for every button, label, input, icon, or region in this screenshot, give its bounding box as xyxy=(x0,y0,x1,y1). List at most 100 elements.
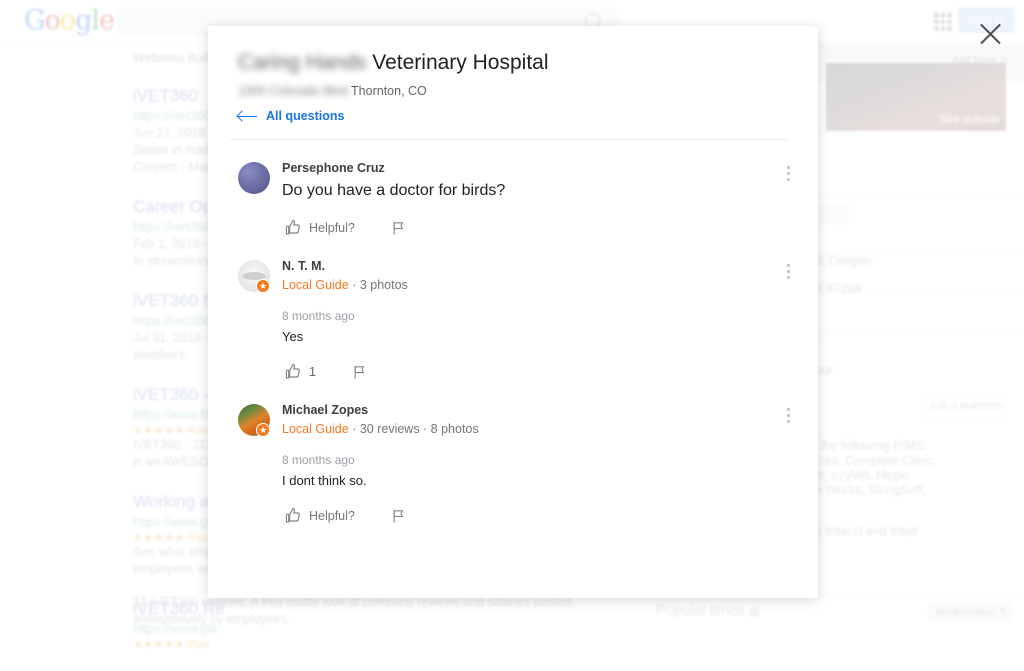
answer-text: I dont think so. xyxy=(282,473,367,488)
answer-timestamp: 8 months ago xyxy=(282,453,355,467)
flag-icon xyxy=(393,221,403,235)
helpful-button[interactable]: 1 xyxy=(283,361,318,382)
business-address: 1000 Colorado Blvd Thornton, CO xyxy=(238,82,788,100)
local-guide-label: Local Guide xyxy=(282,278,349,292)
apps-dot xyxy=(940,13,946,18)
more-vertical-icon[interactable] xyxy=(776,160,800,186)
answer-row: ★ Michael Zopes Local Guide · 30 reviews… xyxy=(238,402,788,526)
results-footer-snippet: 12 iVET360 reviews. A free inside look a… xyxy=(133,595,572,626)
apps-dot xyxy=(940,19,946,25)
modal-header: Caring Hands Veterinary Hospital 1000 Co… xyxy=(208,26,818,123)
answer-actions: 1 xyxy=(283,361,788,382)
answer-meta: Local Guide · 30 reviews · 8 photos xyxy=(282,420,788,438)
arrow-left-icon xyxy=(238,110,257,122)
apps-dot xyxy=(947,19,952,25)
ask-a-question-button[interactable]: Ask a question xyxy=(927,393,1005,419)
helpful-button[interactable]: Helpful? xyxy=(283,217,357,238)
thumbs-up-icon xyxy=(285,363,300,379)
answer-meta-rest: · 30 reviews · 8 photos xyxy=(348,422,479,436)
answer-meta-rest: · 3 photos xyxy=(348,278,408,292)
logo-letter: o xyxy=(44,5,61,36)
answer-item: ★ Michael Zopes Local Guide · 30 reviews… xyxy=(238,382,790,526)
apps-dot xyxy=(940,26,946,31)
local-guide-star-icon: ★ xyxy=(256,423,270,437)
business-name-redacted: Caring Hands xyxy=(238,51,367,74)
kebab-dot xyxy=(786,165,790,169)
answer-author[interactable]: Michael Zopes xyxy=(282,402,788,419)
report-button[interactable] xyxy=(389,506,408,526)
popular-times-label: Popular times xyxy=(656,603,745,619)
helpful-count: 1 xyxy=(309,364,316,379)
close-icon[interactable] xyxy=(975,18,1006,49)
thumbs-up-icon xyxy=(285,219,300,235)
answer-body: Michael Zopes Local Guide · 30 reviews ·… xyxy=(282,402,788,526)
result-rating: ★★★★★ Rati xyxy=(133,639,210,651)
helpful-label: Helpful? xyxy=(309,508,355,523)
helpful-button[interactable]: Helpful? xyxy=(283,505,357,526)
logo-letter: e xyxy=(99,5,115,36)
day-select-value: Wednesdays xyxy=(936,606,997,618)
see-outside-label: See outside xyxy=(939,114,1000,126)
apps-dot xyxy=(947,26,952,31)
question-body: Persephone Cruz Do you have a doctor for… xyxy=(282,160,788,238)
popular-times-bar: Popular times Wednesdays ⇅ xyxy=(620,594,1024,629)
answer-item: ★ N. T. M. Local Guide · 3 photos 8 mont… xyxy=(238,238,790,382)
thumbs-up-icon xyxy=(285,507,300,523)
kebab-dot xyxy=(786,171,790,175)
kebab-dot xyxy=(786,407,790,411)
avatar xyxy=(238,162,270,194)
answer-row: ★ N. T. M. Local Guide · 3 photos 8 mont… xyxy=(238,258,788,382)
day-select[interactable]: Wednesdays ⇅ xyxy=(928,602,1014,622)
logo-letter: G xyxy=(24,5,46,36)
kebab-dot xyxy=(786,419,790,423)
street-view-photo[interactable]: See outside xyxy=(826,63,1006,131)
more-vertical-icon[interactable] xyxy=(776,258,800,284)
helpful-label: Helpful? xyxy=(309,220,355,235)
local-guide-label: Local Guide xyxy=(282,422,349,436)
kebab-dot xyxy=(786,275,790,279)
info-icon[interactable] xyxy=(749,607,760,618)
city-state: Thornton, CO xyxy=(351,84,427,98)
kebab-dot xyxy=(786,177,790,181)
questions-and-answers-modal: Caring Hands Veterinary Hospital 1000 Co… xyxy=(208,26,818,598)
flag-icon xyxy=(393,509,403,523)
answer-timestamp: 8 months ago xyxy=(282,309,355,323)
page-title: Caring Hands Veterinary Hospital xyxy=(238,50,788,76)
question-text: Do you have a doctor for birds? xyxy=(282,182,506,199)
logo-letter: l xyxy=(91,5,100,36)
business-name: Veterinary Hospital xyxy=(372,51,549,74)
kebab-dot xyxy=(786,263,790,267)
apps-dot xyxy=(934,19,939,25)
apps-dot xyxy=(934,13,939,18)
answer-meta: Local Guide · 3 photos xyxy=(282,276,788,294)
avatar: ★ xyxy=(238,260,270,293)
answer-actions: Helpful? xyxy=(283,505,788,526)
logo-letter: o xyxy=(59,5,76,36)
kebab-dot xyxy=(786,269,790,273)
question-row: Persephone Cruz Do you have a doctor for… xyxy=(238,160,788,238)
apps-dot xyxy=(934,26,939,31)
kebab-dot xyxy=(786,413,790,417)
answer-text: Yes xyxy=(282,329,304,344)
question-author[interactable]: Persephone Cruz xyxy=(282,160,788,177)
report-button[interactable] xyxy=(389,218,408,238)
local-guide-star-icon: ★ xyxy=(256,279,270,293)
sort-caret-icon: ⇅ xyxy=(999,606,1007,616)
all-questions-back-link[interactable]: All questions xyxy=(238,109,344,123)
google-logo[interactable]: Google xyxy=(24,5,115,36)
qa-list: Persephone Cruz Do you have a doctor for… xyxy=(208,140,818,526)
answer-body: N. T. M. Local Guide · 3 photos 8 months… xyxy=(282,258,788,382)
flag-icon xyxy=(354,365,365,379)
avatar: ★ xyxy=(238,404,270,437)
question-item: Persephone Cruz Do you have a doctor for… xyxy=(238,140,790,238)
logo-letter: g xyxy=(75,5,92,36)
apps-grid-icon[interactable] xyxy=(934,13,952,31)
all-questions-label: All questions xyxy=(266,109,345,123)
more-vertical-icon[interactable] xyxy=(776,402,800,428)
question-actions: Helpful? xyxy=(283,217,788,238)
persephone-avatar xyxy=(238,162,270,194)
street-address-redacted: 1000 Colorado Blvd xyxy=(238,84,348,98)
apps-dot xyxy=(947,13,952,18)
report-button[interactable] xyxy=(350,362,369,382)
answer-author[interactable]: N. T. M. xyxy=(282,258,788,275)
